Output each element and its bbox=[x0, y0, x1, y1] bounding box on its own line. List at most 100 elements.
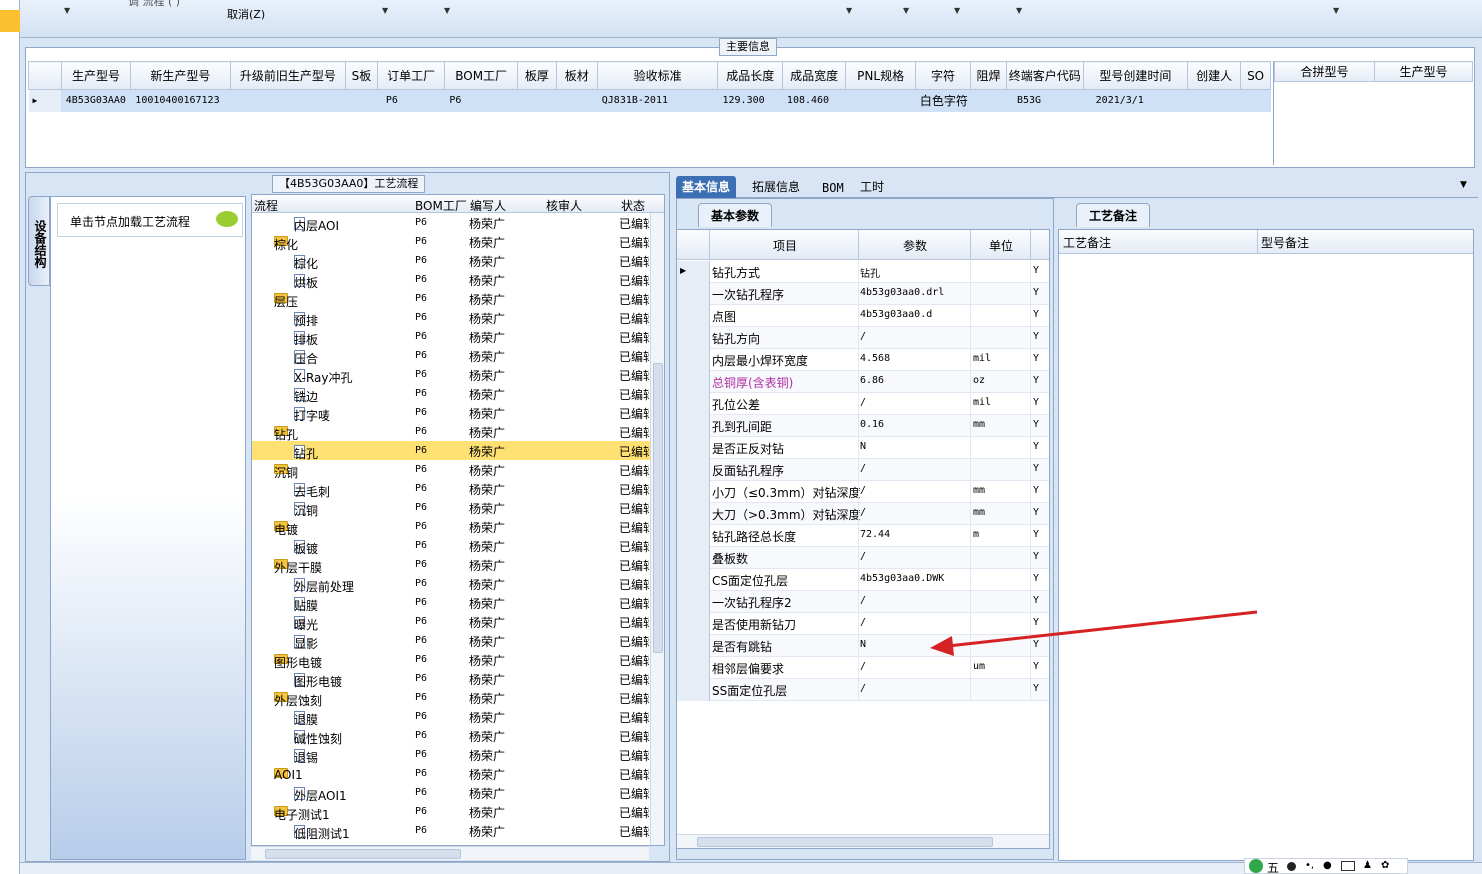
params-horizontal-scrollbar[interactable] bbox=[677, 834, 1049, 848]
dropdown-arrow-icon[interactable]: ▼ bbox=[382, 6, 388, 15]
tree-cell-status[interactable]: 已编辑 bbox=[619, 709, 649, 726]
param-flag[interactable]: Y bbox=[1033, 309, 1039, 320]
tree-row[interactable]: ⊟电子测试1P6杨荣广已编辑 bbox=[252, 802, 652, 822]
tree-cell-bom[interactable]: P6 bbox=[415, 635, 427, 646]
tree-row[interactable]: ⊟外层干膜P6杨荣广已编辑 bbox=[252, 555, 652, 575]
col-header[interactable]: 工艺备注 bbox=[1063, 234, 1111, 251]
param-row[interactable]: CS面定位孔层 4b53g03aa0.DWK Y bbox=[677, 569, 1049, 591]
tree-node-label[interactable]: AOI1 bbox=[274, 768, 303, 782]
tree-row[interactable]: 贴膜P6杨荣广已编辑 bbox=[252, 593, 652, 613]
tree-cell-writer[interactable]: 杨荣广 bbox=[469, 728, 505, 745]
scrollbar-thumb[interactable] bbox=[265, 849, 461, 859]
process-tree-grid[interactable]: 流程 BOM工厂 编写人 核审人 状态 内层AOIP6杨荣广已编辑⊟棕化P6杨荣… bbox=[251, 194, 665, 846]
tree-row[interactable]: 图形电镀P6杨荣广已编辑 bbox=[252, 669, 652, 689]
tree-cell-writer[interactable]: 杨荣广 bbox=[469, 823, 505, 840]
mic-icon[interactable]: ● bbox=[1323, 860, 1332, 871]
col-header[interactable]: 项目 bbox=[773, 237, 797, 254]
row-header[interactable] bbox=[677, 657, 710, 679]
tree-cell-writer[interactable]: 杨荣广 bbox=[469, 614, 505, 631]
param-flag[interactable]: Y bbox=[1033, 507, 1039, 518]
param-value[interactable]: / bbox=[860, 397, 866, 408]
tree-cell-bom[interactable]: P6 bbox=[415, 407, 427, 418]
param-value[interactable]: 钻孔 bbox=[860, 265, 880, 280]
scrollbar-thumb[interactable] bbox=[697, 837, 993, 847]
param-flag[interactable]: Y bbox=[1033, 265, 1039, 276]
table-cell[interactable]: 10010400167123 bbox=[130, 89, 231, 112]
tree-cell-bom[interactable]: P6 bbox=[415, 730, 427, 741]
col-header[interactable]: 编写人 bbox=[470, 197, 506, 214]
tree-cell-bom[interactable]: P6 bbox=[415, 711, 427, 722]
tree-cell-bom[interactable]: P6 bbox=[415, 369, 427, 380]
param-row[interactable]: 孔到孔间距 0.16 mm Y bbox=[677, 415, 1049, 437]
dropdown-arrow-icon[interactable]: ▼ bbox=[954, 6, 960, 15]
tree-cell-bom[interactable]: P6 bbox=[415, 597, 427, 608]
table-row[interactable]: ▶ 4B53G03AA0 10010400167123 P6 P6 QJ831B… bbox=[28, 89, 1271, 112]
row-header[interactable] bbox=[677, 635, 710, 657]
tabs-dropdown-icon[interactable]: ▼ bbox=[1460, 180, 1467, 190]
param-row[interactable]: 孔位公差 / mil Y bbox=[677, 393, 1049, 415]
param-row[interactable]: ▶ 钻孔方式 钻孔 Y bbox=[677, 261, 1049, 283]
tree-cell-status[interactable]: 已编辑 bbox=[619, 690, 649, 707]
table-cell[interactable]: QJ831B-2011 bbox=[597, 89, 719, 112]
tree-cell-status[interactable]: 已编辑 bbox=[619, 671, 649, 688]
tree-row[interactable]: ⊟沉铜P6杨荣广已编辑 bbox=[252, 460, 652, 480]
table-cell[interactable]: P6 bbox=[444, 89, 518, 112]
param-flag[interactable]: Y bbox=[1033, 683, 1039, 694]
tree-row[interactable]: ⊟AOI1P6杨荣广已编辑 bbox=[252, 764, 652, 783]
table-cell[interactable] bbox=[230, 89, 347, 112]
tree-cell-bom[interactable]: P6 bbox=[415, 255, 427, 266]
tree-node-label[interactable]: 低阻测试1 bbox=[294, 825, 350, 842]
tree-row[interactable]: 退膜P6杨荣广已编辑 bbox=[252, 707, 652, 727]
process-notes-input[interactable] bbox=[1061, 256, 1255, 858]
tree-cell-bom[interactable]: P6 bbox=[415, 331, 427, 342]
tree-row[interactable]: 显影P6杨荣广已编辑 bbox=[252, 631, 652, 651]
param-flag[interactable]: Y bbox=[1033, 353, 1039, 364]
tree-cell-status[interactable]: 已编辑 bbox=[619, 823, 649, 840]
tree-row[interactable]: X-Ray冲孔P6杨荣广已编辑 bbox=[252, 365, 652, 385]
tree-row[interactable]: ⊟棕化P6杨荣广已编辑 bbox=[252, 232, 652, 252]
tree-cell-writer[interactable]: 杨荣广 bbox=[469, 291, 505, 308]
tree-row[interactable]: 钻孔P6杨荣广已编辑 bbox=[252, 441, 652, 461]
col-header[interactable]: BOM工厂 bbox=[415, 197, 467, 214]
moon-icon[interactable] bbox=[1287, 862, 1296, 871]
params-grid[interactable]: 项目 参数 单位 ▶ 钻孔方式 钻孔 Y 一次钻孔程序 4b53g03aa0.drl Y 点图… bbox=[676, 229, 1050, 849]
table-cell[interactable] bbox=[345, 89, 378, 112]
punctuation-icon[interactable]: •, bbox=[1305, 860, 1314, 871]
col-header[interactable]: 成品宽度 bbox=[781, 61, 847, 90]
col-header[interactable]: 板材 bbox=[555, 61, 598, 90]
combine-grid[interactable]: 合拼型号 生产型号 bbox=[1273, 61, 1473, 165]
param-unit[interactable]: um bbox=[973, 661, 985, 672]
tree-cell-status[interactable]: 已编辑 bbox=[619, 595, 649, 612]
param-row[interactable]: 钻孔方向 / Y bbox=[677, 327, 1049, 349]
param-row[interactable]: 内层最小焊环宽度 4.568 mil Y bbox=[677, 349, 1049, 371]
dropdown-arrow-icon[interactable]: ▼ bbox=[903, 6, 909, 15]
param-row[interactable]: 一次钻孔程序 4b53g03aa0.drl Y bbox=[677, 283, 1049, 305]
tree-cell-status[interactable]: 已编辑 bbox=[619, 481, 649, 498]
col-header[interactable]: BOM工厂 bbox=[444, 61, 518, 90]
table-cell[interactable]: P6 bbox=[377, 89, 446, 112]
tree-cell-bom[interactable]: P6 bbox=[415, 236, 427, 247]
col-header[interactable]: 字符 bbox=[914, 61, 972, 90]
param-flag[interactable]: Y bbox=[1033, 485, 1039, 496]
table-cell[interactable] bbox=[1240, 89, 1271, 112]
tree-cell-bom[interactable]: P6 bbox=[415, 502, 427, 513]
tree-cell-bom[interactable]: P6 bbox=[415, 445, 427, 456]
tab-basic-info[interactable]: 基本信息 bbox=[676, 176, 737, 198]
param-value[interactable]: 6.86 bbox=[860, 375, 884, 386]
table-cell[interactable]: 4B53G03AA0 bbox=[61, 89, 132, 112]
col-header[interactable]: S板 bbox=[345, 61, 378, 90]
param-unit[interactable]: oz bbox=[973, 375, 985, 386]
tree-cell-bom[interactable]: P6 bbox=[415, 312, 427, 323]
col-header[interactable]: 成品长度 bbox=[717, 61, 783, 90]
tree-cell-bom[interactable]: P6 bbox=[415, 749, 427, 760]
col-header[interactable]: 核审人 bbox=[546, 197, 582, 214]
param-flag[interactable]: Y bbox=[1033, 661, 1039, 672]
tree-cell-status[interactable]: 已编辑 bbox=[619, 728, 649, 745]
tree-cell-status[interactable]: 已编辑 bbox=[619, 614, 649, 631]
tree-cell-writer[interactable]: 杨荣广 bbox=[469, 595, 505, 612]
dropdown-arrow-icon[interactable]: ▼ bbox=[64, 6, 70, 15]
tree-cell-bom[interactable]: P6 bbox=[415, 483, 427, 494]
row-header[interactable] bbox=[677, 569, 710, 591]
param-unit[interactable]: mil bbox=[973, 397, 991, 408]
param-flag[interactable]: Y bbox=[1033, 441, 1039, 452]
